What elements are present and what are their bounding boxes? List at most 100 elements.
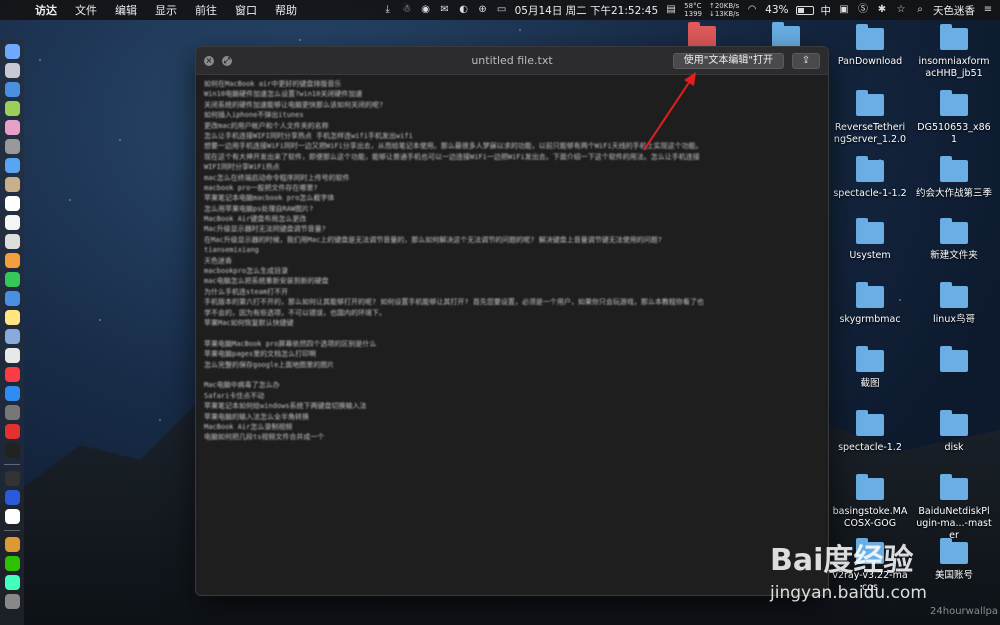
tool-app-icon[interactable] xyxy=(4,139,20,154)
desktop-icon-skygrmbmac[interactable]: skygrmbmac xyxy=(832,282,908,326)
window-titlebar[interactable]: × ⤢ untitled file.txt 使用"文本编辑"打开 ⇪ xyxy=(196,47,828,75)
folder-icon xyxy=(856,410,884,436)
yandex-app-icon[interactable] xyxy=(4,509,20,524)
menu-file[interactable]: 文件 xyxy=(66,2,106,18)
desktop-icon-basingstoke[interactable]: basingstoke.MACOSX-GOG xyxy=(832,474,908,530)
fullscreen-icon[interactable]: ⤢ xyxy=(222,55,232,66)
vpn-app-icon[interactable] xyxy=(4,490,20,505)
photos-app-icon[interactable] xyxy=(4,120,20,135)
search-icon[interactable]: ⌕ xyxy=(914,4,926,16)
desktop-icon-spectacle-1-2[interactable]: spectacle-1.2 xyxy=(832,410,908,454)
globe-icon[interactable]: ⊕ xyxy=(477,4,489,16)
menu-view[interactable]: 显示 xyxy=(146,2,186,18)
datetime[interactable]: 05月14日 周二 下午21:52:45 xyxy=(515,3,659,18)
monitor-app-icon[interactable] xyxy=(4,471,20,486)
menu-go[interactable]: 前往 xyxy=(186,2,226,18)
menu-help[interactable]: 帮助 xyxy=(266,2,306,18)
stickies-app-icon[interactable] xyxy=(4,310,20,325)
textedit-app-icon[interactable] xyxy=(4,234,20,249)
share-icon[interactable]: ⇪ xyxy=(792,53,820,69)
open-with-textedit-button[interactable]: 使用"文本编辑"打开 xyxy=(672,53,784,69)
desktop-icon-linux[interactable]: linux鸟哥 xyxy=(916,282,992,326)
finder-app-icon[interactable] xyxy=(4,44,20,59)
text-line: Mac电脑中病毒了怎么办 xyxy=(204,381,280,390)
qq-icon[interactable]: ☃ xyxy=(401,4,413,16)
desktop-icon-us-account[interactable]: 美国账号 xyxy=(916,538,992,582)
bluetooth-icon[interactable]: ✱ xyxy=(876,4,888,16)
notes-app-icon[interactable] xyxy=(4,177,20,192)
menu-app-name[interactable]: 访达 xyxy=(26,2,66,18)
reminders-app-icon[interactable] xyxy=(4,215,20,230)
desktop-icon-insomniax[interactable]: insomniaxformacHHB_jb51 xyxy=(916,24,992,80)
menu-window[interactable]: 窗口 xyxy=(226,2,266,18)
music-app-icon[interactable] xyxy=(4,367,20,382)
desktop-icon-reverse-tethering[interactable]: ReverseTetheringServer_1.2.0 xyxy=(832,90,908,146)
desktop-icon-label: 截图 xyxy=(860,378,880,389)
text-line: 天色迷香 xyxy=(204,256,232,265)
desktop-icon-baidunetdisk[interactable]: BaiduNetdiskPlugin-ma...-master xyxy=(916,474,992,542)
desktop-icon-label: spectacle-1.2 xyxy=(838,442,902,453)
launchpad-app-icon[interactable] xyxy=(4,63,20,78)
download-icon[interactable]: ⤓ xyxy=(382,4,394,16)
wifi-icon[interactable]: ◠ xyxy=(746,4,758,16)
toggle-icon[interactable]: ◐ xyxy=(458,4,470,16)
desktop-icon-disk[interactable]: disk xyxy=(916,410,992,454)
downloads-folder-icon[interactable] xyxy=(4,575,20,590)
desktop-icon-dating-war[interactable]: 约会大作战第三季 xyxy=(916,156,992,200)
battery-percent[interactable]: 43% xyxy=(765,4,788,16)
appstore-app-icon[interactable] xyxy=(4,158,20,173)
close-icon[interactable]: × xyxy=(204,55,214,66)
settings-app-icon[interactable] xyxy=(4,405,20,420)
vpn-icon[interactable]: ◉ xyxy=(420,4,432,16)
preview-app-icon[interactable] xyxy=(4,348,20,363)
desktop-icon-dg510653[interactable]: DG510653_x861 xyxy=(916,90,992,146)
android-app-icon[interactable] xyxy=(4,101,20,116)
input-method[interactable]: 中 xyxy=(821,3,832,18)
xcode-app-icon[interactable] xyxy=(4,386,20,401)
desktop-icon-label: basingstoke.MACOSX-GOG xyxy=(832,506,908,529)
calendar-app-icon[interactable] xyxy=(4,196,20,211)
text-line: WIFI同时分享WiFi热点 xyxy=(204,163,280,172)
desktop-icon-spectacle-1-1-2[interactable]: spectacle-1-1.2 xyxy=(832,156,908,200)
desktop-icon-screenshots[interactable]: 截图 xyxy=(832,346,908,390)
user-name[interactable]: 天色迷香 xyxy=(933,3,975,18)
wechat-app-icon[interactable] xyxy=(4,556,20,571)
temp-fan-readout[interactable]: 58°C 1399 xyxy=(684,2,702,18)
text-line: Mac升级显示器时无法同键盘调节音量? xyxy=(204,225,326,234)
vivaldi-app-icon[interactable] xyxy=(4,424,20,439)
chrome-app-icon[interactable] xyxy=(4,253,20,268)
screen-icon[interactable]: ▭ xyxy=(496,4,508,16)
terminal-app-icon[interactable] xyxy=(4,443,20,458)
s-app-icon[interactable]: Ⓢ xyxy=(857,4,869,16)
star-icon[interactable]: ☆ xyxy=(895,4,907,16)
wechat-icon[interactable]: ✉ xyxy=(439,4,451,16)
text-line: 想要一边用手机连接WiFi同时一边又把WiFi分享出去，从而给笔记本使用。那么最… xyxy=(204,142,703,151)
desktop-icon-v2ray[interactable]: v2ray-v3.22-macos xyxy=(832,538,908,594)
desktop-folder-red[interactable] xyxy=(664,22,740,48)
battery-icon[interactable] xyxy=(795,5,814,15)
facetime-app-icon[interactable] xyxy=(4,291,20,306)
menu-list-icon[interactable]: ≡ xyxy=(982,4,994,16)
safari-app-icon[interactable] xyxy=(4,82,20,97)
desktop-icon-usystem[interactable]: Usystem xyxy=(832,218,908,262)
menu-edit[interactable]: 编辑 xyxy=(106,2,146,18)
desktop-icon-unnamed[interactable] xyxy=(916,346,992,378)
widget-icon[interactable]: ▤ xyxy=(665,4,677,16)
menubar: 访达 文件 编辑 显示 前往 窗口 帮助 ⤓ ☃ ◉ ✉ ◐ ⊕ ▭ 05月14… xyxy=(0,0,1000,20)
folder-icon xyxy=(688,22,716,48)
desktop-icon-new-folder[interactable]: 新建文件夹 xyxy=(916,218,992,262)
desktop-folder-blank[interactable] xyxy=(748,22,824,48)
weibo-app-icon[interactable] xyxy=(4,537,20,552)
keynote-app-icon[interactable] xyxy=(4,329,20,344)
trash-icon[interactable] xyxy=(4,594,20,609)
desktop-icon-label: PanDownload xyxy=(837,56,903,67)
folder-icon xyxy=(856,218,884,244)
text-line: 学不会的，因为有些选项，不可以错误，也国内的环境下。 xyxy=(204,308,386,317)
desktop-icon-pandownload[interactable]: PanDownload xyxy=(832,24,908,68)
text-line: mac电脑怎么把系统重新安装到新的硬盘 xyxy=(204,277,329,286)
folder-icon xyxy=(856,282,884,308)
cast-icon[interactable]: ▣ xyxy=(838,4,850,16)
net-speed-readout[interactable]: ↑20KB/s ↓13KB/s xyxy=(709,2,739,18)
messages-app-icon[interactable] xyxy=(4,272,20,287)
folder-icon xyxy=(940,156,968,182)
